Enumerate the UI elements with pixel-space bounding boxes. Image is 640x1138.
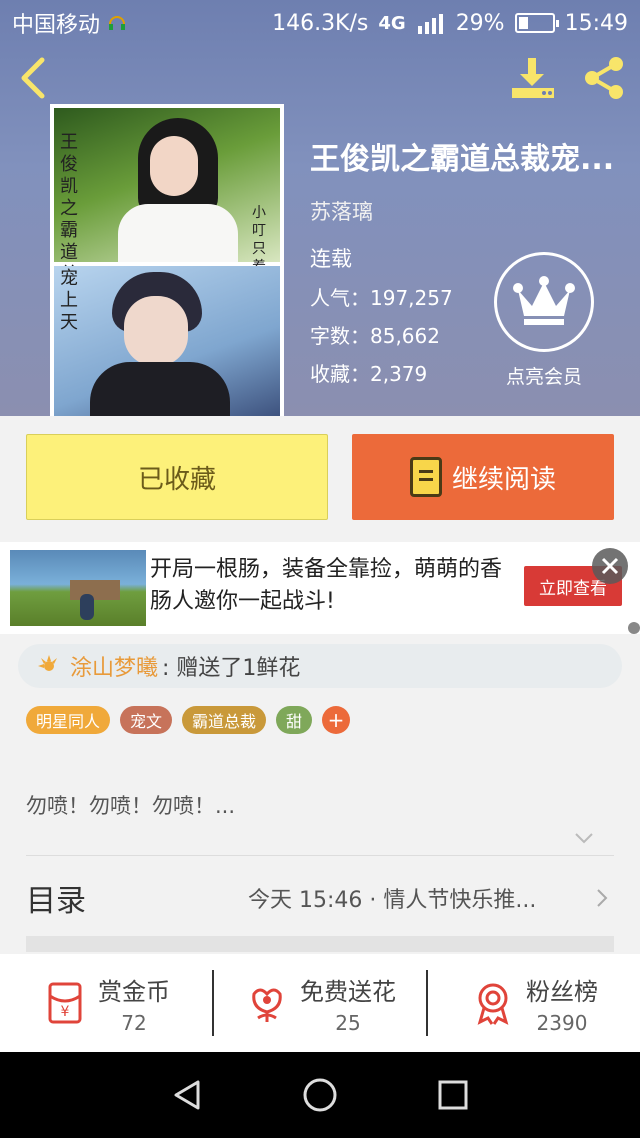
nav-recents-button[interactable] [431,1073,475,1117]
fan-ranking-label: 粉丝榜 [526,977,598,1006]
close-icon [601,557,619,575]
book-cover[interactable]: 王俊凯之霸道总裁宠上 小叮只着 宠上天 [50,104,284,416]
free-flowers-value: 25 [335,1010,361,1035]
vip-button[interactable]: 点亮会员 [494,252,594,392]
book-header: 中国移动 146.3K/s 4G 29% 15:49 王俊凯之霸道 小叮只 宠上… [0,0,640,416]
reward-coins-button[interactable]: ¥ 赏金币 72 [0,968,212,1038]
ad-marker-icon [628,622,640,634]
book-status: 连载 [310,247,352,271]
gift-message: : 赠送了1鲜花 [162,656,301,681]
divider [26,855,614,856]
network-type: 4G [378,12,406,34]
add-tag-button[interactable]: + [322,706,351,734]
crown-icon [513,276,575,325]
share-icon [585,57,623,99]
collected-label: 已收藏 [137,464,216,495]
download-button[interactable] [508,56,558,102]
battery-icon [514,13,559,33]
fan-ranking-button[interactable]: 粉丝榜 2390 [428,968,640,1038]
section-separator [26,936,614,952]
favorites-row: 收藏：2,379 [310,358,427,387]
carrier-name: 中国移动 [12,13,101,38]
reward-coins-label: 赏金币 [98,977,170,1006]
nav-back-button[interactable] [165,1073,209,1117]
back-button[interactable] [14,56,54,100]
ad-close-button[interactable] [592,548,628,584]
system-nav-bar [0,1052,640,1138]
tag-list: 明星同人 宠文 霸道总裁 甜 + [26,706,351,734]
book-intro[interactable]: 勿喷！勿喷！勿喷！... [26,790,235,820]
expand-intro-button[interactable] [572,826,596,850]
chevron-left-icon [21,57,45,99]
download-icon [512,58,554,98]
word-count-label: 字数： [310,324,370,348]
table-of-contents-row[interactable]: 目录 今天 15:46 · 情人节快乐推... [26,866,614,930]
signal-icon [417,14,443,34]
book-author[interactable]: 苏落璃 [310,196,373,226]
reward-coins-value: 72 [121,1010,147,1035]
cover-top-image: 王俊凯之霸道总裁宠上 小叮只着 [54,108,280,351]
status-bar: 中国移动 146.3K/s 4G 29% 15:49 [0,0,640,46]
ad-text: 开局一根肠，装备全靠捡，萌萌的香肠人邀你一起战斗! [150,557,503,614]
favorites-value: 2,379 [370,362,428,386]
battery-percent: 29% [455,10,505,36]
tag-item[interactable]: 甜 [276,706,313,734]
square-recents-icon [438,1080,468,1110]
popularity-row: 人气：197,257 [310,282,453,311]
bottom-stats-bar: ¥ 赏金币 72 免费送花 25 粉丝榜 2390 [0,954,640,1052]
fan-ranking-value: 2390 [536,1010,588,1035]
tag-item[interactable]: 霸道总裁 [182,706,267,734]
favorites-label: 收藏： [310,362,370,386]
nav-home-button[interactable] [298,1073,342,1117]
chevron-down-icon [575,833,593,844]
ad-banner[interactable]: 开局一根肠，装备全靠捡，萌萌的香肠人邀你一起战斗! 立即查看 [0,542,640,634]
tag-item[interactable]: 宠文 [120,706,173,734]
popularity-value: 197,257 [370,286,453,310]
triangle-back-icon [174,1080,200,1110]
continue-reading-button[interactable]: 继续阅读 [352,434,614,520]
flower-gift-icon [38,655,57,671]
book-icon [409,457,442,497]
tag-item[interactable]: 明星同人 [26,706,111,734]
flower-icon [252,988,282,1022]
word-count-value: 85,662 [370,324,440,348]
collected-button[interactable]: 已收藏 [26,434,328,520]
continue-reading-label: 继续阅读 [451,464,556,495]
cover-title-text-2: 宠上天 [60,268,78,333]
circle-home-icon [303,1078,337,1112]
toc-title: 目录 [26,884,86,919]
popularity-label: 人气： [310,286,370,310]
free-flowers-button[interactable]: 免费送花 25 [214,968,426,1038]
vip-label: 点亮会员 [505,366,582,388]
word-count-row: 字数：85,662 [310,320,440,349]
svg-text:¥: ¥ [61,1004,70,1020]
chevron-right-icon [597,889,608,907]
share-button[interactable] [580,54,628,102]
headset-icon [109,16,126,30]
medal-icon [477,983,509,1025]
ad-image [10,550,146,626]
latest-chapter: 今天 15:46 · 情人节快乐推... [248,888,537,913]
red-envelope-icon: ¥ [48,982,82,1024]
cover-bottom-image: 宠上天 [54,266,280,416]
gift-sender[interactable]: 涂山梦曦 [70,650,158,682]
free-flowers-label: 免费送花 [300,977,396,1006]
clock: 15:49 [564,10,628,36]
gift-notice[interactable]: 涂山梦曦 : 赠送了1鲜花 [18,644,622,688]
network-speed: 146.3K/s [272,10,369,36]
book-title: 王俊凯之霸道总裁宠... [310,142,615,177]
